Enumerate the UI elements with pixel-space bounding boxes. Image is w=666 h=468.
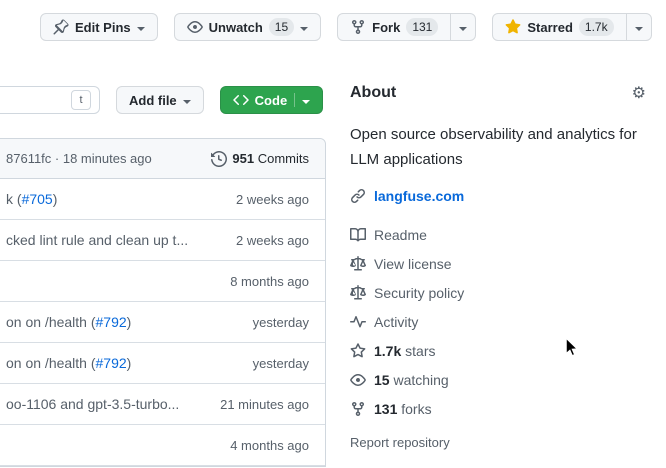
- t-key-hint: t: [71, 90, 91, 110]
- link-icon: [350, 188, 366, 204]
- eye-icon: [187, 19, 203, 35]
- law-icon: [350, 285, 366, 301]
- report-repository-link[interactable]: Report repository: [350, 435, 450, 450]
- table-row[interactable]: oo-1106 and gpt-3.5-turbo... 21 minutes …: [0, 384, 325, 425]
- fork-button[interactable]: Fork 131: [337, 13, 451, 41]
- pulse-icon: [350, 314, 366, 330]
- star-icon: [350, 343, 366, 359]
- commit-message[interactable]: oo-1106 and gpt-3.5-turbo...: [6, 396, 179, 412]
- website-link[interactable]: langfuse.com: [374, 188, 464, 204]
- add-file-label: Add file: [129, 93, 177, 108]
- security-policy-link[interactable]: Security policy: [350, 278, 640, 307]
- commits-history-link[interactable]: 951 Commits: [211, 151, 309, 167]
- edit-pins-label: Edit Pins: [75, 20, 131, 35]
- forks-stat-link[interactable]: 131 forks: [350, 394, 640, 423]
- table-row[interactable]: cked lint rule and clean up t... 2 weeks…: [0, 220, 325, 261]
- table-row[interactable]: 8 months ago: [0, 261, 325, 302]
- about-title: About: [350, 84, 640, 102]
- file-toolbar: t Add file Code: [0, 86, 323, 114]
- chevron-down-icon: [459, 27, 467, 35]
- code-icon: [233, 92, 249, 108]
- pin-icon: [53, 19, 69, 35]
- table-row[interactable]: 4 months ago: [0, 425, 325, 466]
- commit-message[interactable]: cked lint rule and clean up t...: [6, 232, 188, 248]
- website-row: langfuse.com: [350, 188, 640, 204]
- code-label: Code: [255, 93, 288, 108]
- add-file-button[interactable]: Add file: [116, 86, 204, 114]
- activity-link[interactable]: Activity: [350, 307, 640, 336]
- gear-icon[interactable]: ⚙: [632, 84, 646, 104]
- commit-age: 21 minutes ago: [220, 397, 309, 412]
- separator: ·: [51, 151, 63, 166]
- chevron-down-icon: [137, 27, 145, 35]
- starred-button[interactable]: Starred 1.7k: [492, 13, 626, 41]
- issue-link[interactable]: #792: [96, 314, 127, 330]
- commit-message[interactable]: on on /health (#792): [6, 314, 131, 330]
- book-icon: [350, 227, 366, 243]
- commit-age: yesterday: [253, 356, 309, 371]
- unwatch-button[interactable]: Unwatch 15: [174, 13, 322, 41]
- issue-link[interactable]: #705: [22, 191, 53, 207]
- chevron-down-icon: [183, 100, 191, 108]
- readme-link[interactable]: Readme: [350, 220, 640, 249]
- law-icon: [350, 256, 366, 272]
- forks-count-badge: 131: [406, 18, 438, 36]
- repo-action-bar: Edit Pins Unwatch 15 Fork 131 Starred 1.…: [40, 13, 652, 41]
- table-row[interactable]: k (#705) 2 weeks ago: [0, 179, 325, 220]
- star-icon: [505, 19, 521, 35]
- goto-file-input[interactable]: t: [0, 86, 100, 114]
- edit-pins-button[interactable]: Edit Pins: [40, 13, 158, 41]
- table-row[interactable]: on on /health (#792) yesterday: [0, 302, 325, 343]
- commit-hash-link[interactable]: 87611fc: [6, 151, 51, 166]
- chevron-down-icon: [302, 100, 310, 108]
- about-sidebar: About ⚙ Open source observability and an…: [350, 84, 640, 450]
- unwatch-label: Unwatch: [209, 20, 263, 35]
- github-repo-page: Edit Pins Unwatch 15 Fork 131 Starred 1.…: [0, 0, 666, 468]
- stars-stat-link[interactable]: 1.7k stars: [350, 336, 640, 365]
- chevron-down-icon: [635, 27, 643, 35]
- file-table: 87611fc · 18 minutes ago 951 Commits k (…: [0, 138, 326, 467]
- code-button[interactable]: Code: [220, 86, 324, 114]
- fork-button-group: Fork 131: [337, 13, 476, 41]
- fork-label: Fork: [372, 20, 400, 35]
- view-license-link[interactable]: View license: [350, 249, 640, 278]
- commit-age: 8 months ago: [230, 274, 309, 289]
- about-details-list: Readme View license Security policy Acti…: [350, 220, 640, 423]
- fork-icon: [350, 19, 366, 35]
- stars-count-badge: 1.7k: [579, 18, 614, 36]
- eye-icon: [350, 372, 366, 388]
- fork-dropdown-button[interactable]: [450, 13, 476, 41]
- commit-message[interactable]: on on /health (#792): [6, 355, 131, 371]
- issue-link[interactable]: #792: [96, 355, 127, 371]
- fork-icon: [350, 401, 366, 417]
- commit-age: 2 weeks ago: [236, 233, 309, 248]
- starred-label: Starred: [527, 20, 573, 35]
- commit-message[interactable]: k (#705): [6, 191, 57, 207]
- about-description: Open source observability and analytics …: [350, 122, 640, 172]
- chevron-down-icon: [300, 27, 308, 35]
- commit-age: yesterday: [253, 315, 309, 330]
- star-dropdown-button[interactable]: [626, 13, 652, 41]
- history-icon: [211, 151, 227, 167]
- star-button-group: Starred 1.7k: [492, 13, 651, 41]
- watching-stat-link[interactable]: 15 watching: [350, 365, 640, 394]
- commit-time: 18 minutes ago: [63, 151, 152, 166]
- latest-commit-info: 87611fc · 18 minutes ago: [6, 151, 152, 166]
- divider: [294, 93, 295, 107]
- table-row[interactable]: on on /health (#792) yesterday: [0, 343, 325, 384]
- commit-age: 4 months ago: [230, 438, 309, 453]
- commit-age: 2 weeks ago: [236, 192, 309, 207]
- latest-commit-bar: 87611fc · 18 minutes ago 951 Commits: [0, 139, 325, 179]
- watchers-count-badge: 15: [269, 18, 294, 36]
- mouse-cursor: [565, 337, 579, 358]
